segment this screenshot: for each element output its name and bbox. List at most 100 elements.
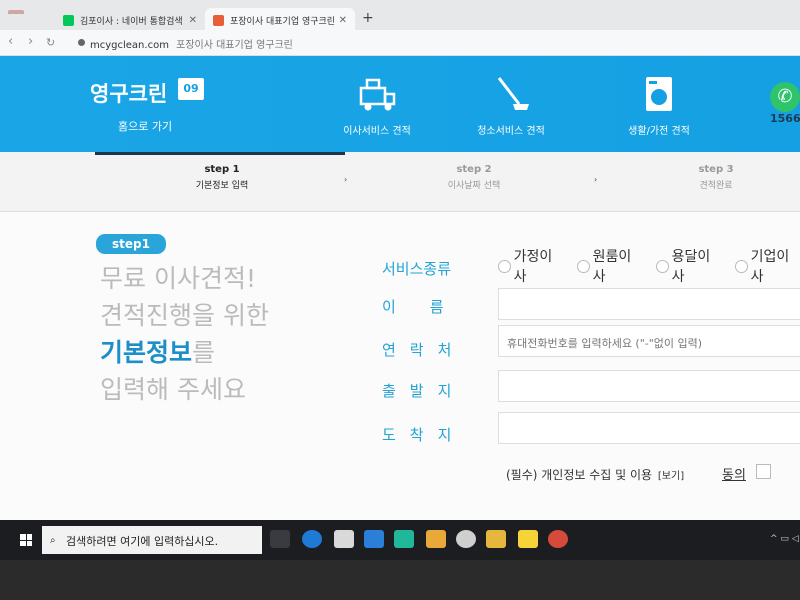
intro-line: 견적진행을 위한	[100, 301, 269, 330]
step-label: 이사날짜 선택	[447, 181, 501, 191]
windows-start-icon[interactable]	[20, 534, 32, 546]
step-label: 기본정보 입력	[195, 181, 249, 191]
radio-oneroom-move[interactable]: 원룸이사	[577, 246, 642, 286]
new-tab-button[interactable]: +	[362, 10, 374, 26]
chrome-icon[interactable]	[548, 530, 568, 548]
tab-active-site[interactable]: 포장이사 대표기업 영구크린 ✕	[205, 8, 355, 32]
consent-text: (필수) 개인정보 수집 및 이용 [보기]	[506, 466, 684, 483]
home-link[interactable]: 홈으로 가기	[118, 118, 172, 134]
radio-circle-icon	[656, 259, 669, 273]
phone-number: 1566-	[770, 112, 800, 125]
step-number: step 1	[204, 164, 240, 175]
nav-label: 청소서비스 견적	[477, 126, 545, 137]
taskbar-search-input[interactable]: 검색하려면 여기에 입력하십시오.	[42, 526, 262, 554]
edge-browser-icon[interactable]	[302, 530, 322, 548]
step-progress: step 1 기본정보 입력 › step 2 이사날짜 선택 › step 3…	[0, 152, 800, 212]
settings-gear-icon[interactable]	[456, 530, 476, 548]
reload-icon[interactable]: ↻	[46, 36, 55, 49]
estimate-form: step1 무료 이사견적! 견적진행을 위한 기본정보를 입력해 주세요 서비…	[0, 212, 800, 520]
chevron-right-icon: ›	[344, 175, 348, 184]
step-1: step 1 기본정보 입력	[152, 164, 292, 191]
phone-contact[interactable]: ✆ 1566-	[770, 82, 800, 125]
back-icon[interactable]: ‹	[8, 34, 13, 49]
intro-suffix: 를	[192, 338, 216, 367]
browser-logo	[8, 10, 24, 24]
close-tab-icon[interactable]: ✕	[189, 15, 197, 26]
url-text: mcygclean.com	[90, 40, 169, 51]
system-tray[interactable]: ^ ▭ ◁	[770, 534, 799, 544]
nav-label: 생활/가전 견적	[628, 126, 690, 137]
browser-tab-strip: 김포이사 : 네이버 통합검색 ✕ 포장이사 대표기업 영구크린 ✕ +	[0, 0, 800, 32]
kakaotalk-icon[interactable]	[518, 530, 538, 548]
intro-line: 입력해 주세요	[100, 375, 246, 404]
nav-label: 이사서비스 견적	[343, 126, 411, 137]
radio-label: 용달이사	[671, 249, 711, 285]
tab-label: 포장이사 대표기업 영구크린	[230, 16, 336, 27]
radio-label: 가정이사	[513, 249, 553, 285]
chevron-right-icon: ›	[594, 175, 598, 184]
mail-icon[interactable]	[364, 530, 384, 548]
monitor-bezel	[0, 560, 800, 600]
whale-browser-icon[interactable]	[394, 530, 414, 548]
agree-checkbox[interactable]	[756, 464, 771, 479]
naver-favicon-icon	[63, 14, 74, 26]
origin-input[interactable]	[498, 370, 800, 402]
agree-label[interactable]: 동의	[722, 464, 746, 483]
tab-label: 김포이사 : 네이버 통합검색	[80, 16, 183, 27]
destination-input[interactable]	[498, 412, 800, 444]
site-info-icon[interactable]	[78, 39, 85, 46]
store-icon[interactable]	[334, 530, 354, 548]
contact-label: 연락처	[382, 341, 466, 359]
washing-machine-icon	[646, 77, 672, 111]
mop-icon	[497, 77, 529, 110]
destination-label: 도착지	[382, 426, 466, 444]
address-bar: ‹ › ↻ mcygclean.com 포장이사 대표기업 영구크린	[0, 30, 800, 56]
radio-circle-icon	[735, 259, 748, 273]
url-field[interactable]: mcygclean.com 포장이사 대표기업 영구크린	[90, 36, 293, 51]
intro-highlight: 기본정보	[100, 338, 193, 367]
radio-circle-icon	[498, 259, 511, 273]
app-icon[interactable]	[426, 530, 446, 548]
phone-icon: ✆	[770, 82, 800, 112]
intro-line: 무료 이사견적!	[100, 264, 256, 293]
step-3: step 3 견적완료	[646, 164, 786, 191]
active-step-indicator	[95, 152, 345, 155]
step-number: step 3	[698, 164, 734, 175]
step-label: 견적완료	[699, 181, 733, 191]
intro-line: 기본정보를	[100, 334, 269, 371]
consent-view-link[interactable]: [보기]	[658, 471, 684, 482]
radio-label: 기업이사	[750, 249, 790, 285]
close-tab-icon[interactable]: ✕	[339, 15, 347, 26]
tab-naver-search[interactable]: 김포이사 : 네이버 통합검색 ✕	[55, 8, 205, 32]
site-favicon-icon	[213, 14, 224, 26]
page-title-text: 포장이사 대표기업 영구크린	[176, 40, 293, 51]
name-input[interactable]	[498, 288, 800, 320]
radio-truck-move[interactable]: 용달이사	[656, 246, 721, 286]
site-header: 영구크린 09 홈으로 가기 이사서비스 견적 청소서비스 견적 생활/가전 견…	[0, 56, 800, 152]
name-label: 이름	[382, 298, 478, 316]
intro-text: 무료 이사견적! 견적진행을 위한 기본정보를 입력해 주세요	[100, 260, 269, 408]
search-icon: ⌕	[50, 535, 56, 546]
task-view-icon[interactable]	[270, 530, 290, 548]
consent-label: (필수) 개인정보 수집 및 이용	[506, 468, 653, 482]
file-explorer-icon[interactable]	[486, 530, 506, 548]
radio-office-move[interactable]: 기업이사	[735, 246, 800, 286]
service-type-label: 서비스종류	[382, 260, 452, 278]
origin-label: 출발지	[382, 382, 466, 400]
nav-moving-estimate[interactable]: 이사서비스 견적	[322, 76, 432, 137]
logo-badge: 09	[178, 78, 204, 100]
radio-circle-icon	[577, 259, 590, 273]
forward-icon[interactable]: ›	[28, 34, 33, 49]
step-2: step 2 이사날짜 선택	[404, 164, 544, 191]
step-number: step 2	[456, 164, 492, 175]
service-type-options: 가정이사 원룸이사 용달이사 기업이사	[498, 246, 800, 286]
truck-icon	[359, 78, 396, 111]
windows-taskbar: 검색하려면 여기에 입력하십시오. ⌕ ^ ▭ ◁	[0, 520, 800, 560]
nav-cleaning-estimate[interactable]: 청소서비스 견적	[456, 76, 566, 137]
site-logo[interactable]: 영구크린	[90, 78, 167, 108]
nav-appliance-estimate[interactable]: 생활/가전 견적	[604, 76, 714, 137]
radio-label: 원룸이사	[592, 249, 632, 285]
radio-home-move[interactable]: 가정이사	[498, 246, 563, 286]
step-badge: step1	[96, 234, 166, 254]
contact-input[interactable]: 휴대전화번호를 입력하세요 ("-"없이 입력)	[498, 325, 800, 357]
